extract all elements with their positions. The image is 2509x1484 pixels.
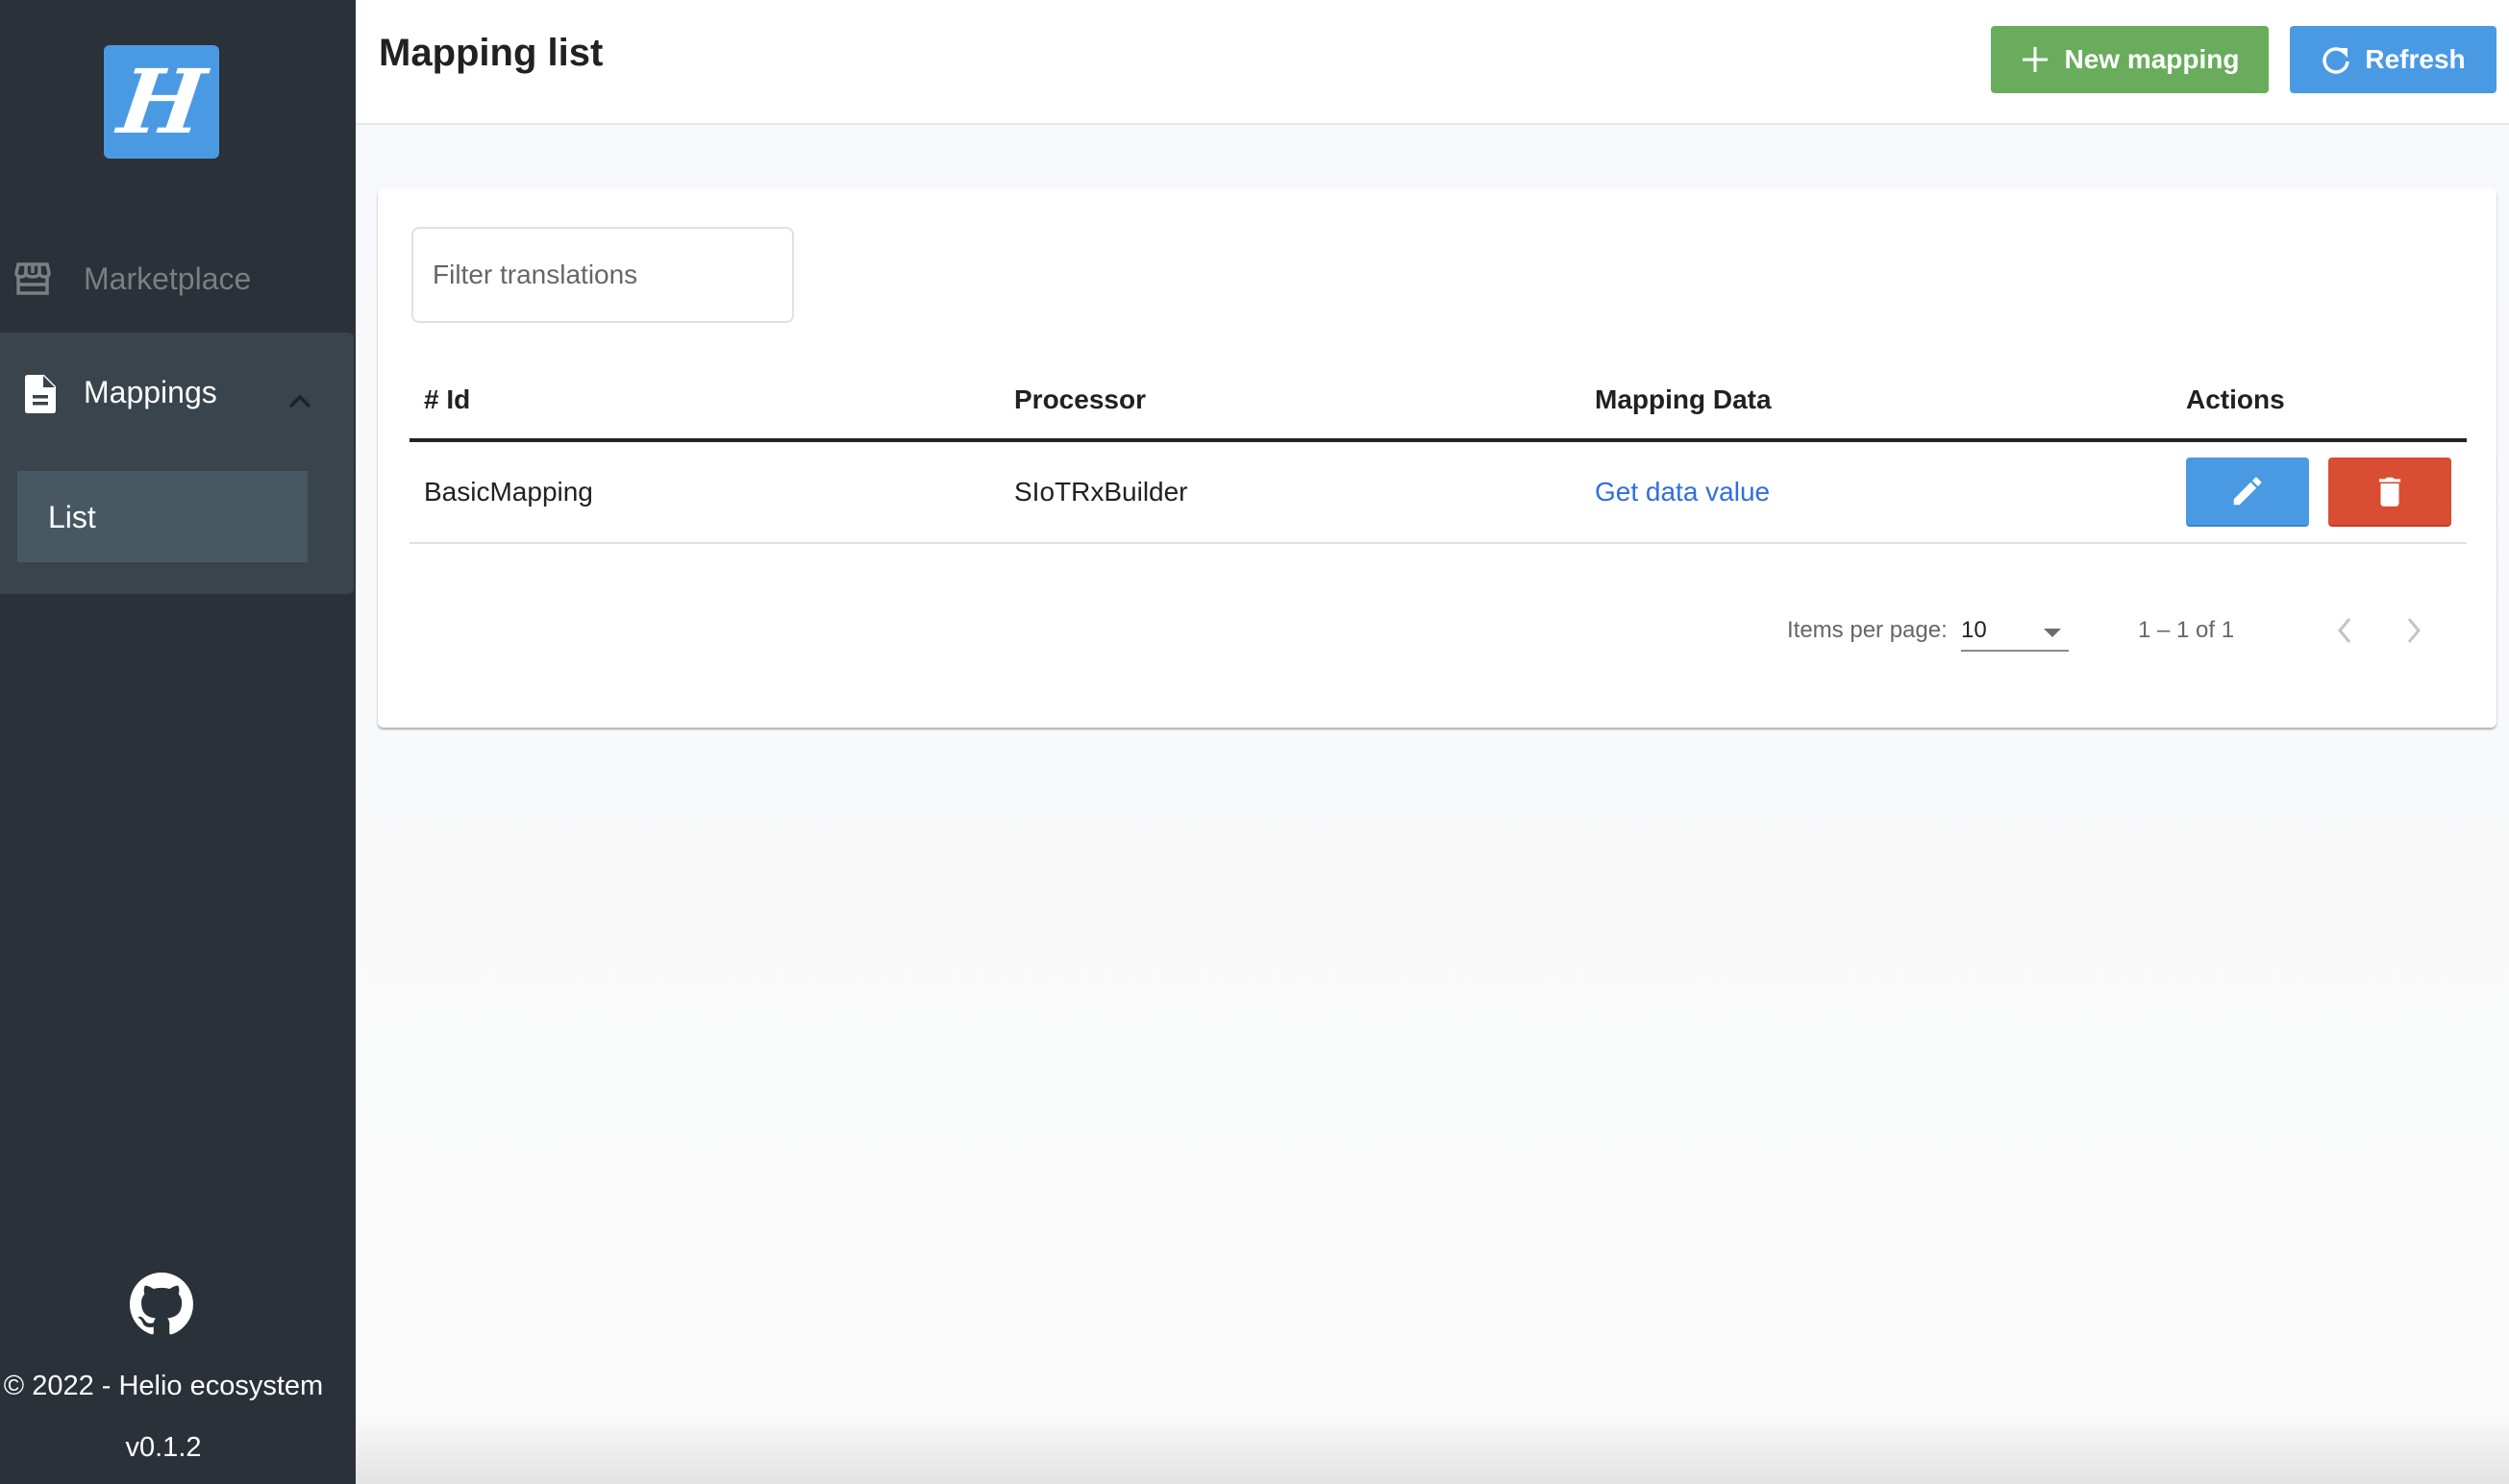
store-icon [13,261,52,296]
trash-icon [2378,477,2401,507]
paginator: Items per page: 10 1 – 1 of 1 [378,602,2497,659]
chevron-right-icon [2407,618,2421,643]
filter-input[interactable] [411,227,794,323]
cell-id: BasicMapping [424,477,593,507]
refresh-label: Refresh [2365,44,2466,74]
pencil-icon [2233,477,2262,506]
new-mapping-button[interactable]: New mapping [1991,26,2269,93]
logo-letter: H [112,50,211,154]
next-page-button[interactable] [2394,611,2432,650]
page-range-label: 1 – 1 of 1 [2138,617,2235,643]
items-per-page-label: Items per page: [1787,617,1948,643]
sidebar-item-label: Mappings [84,375,217,409]
sidebar-item-marketplace[interactable]: Marketplace [0,240,356,317]
app-logo[interactable]: H [104,45,219,159]
page-title: Mapping list [379,32,604,74]
sidebar-item-list[interactable]: List [17,471,308,562]
bottom-fade [356,1413,2509,1484]
chevron-left-icon [2338,618,2351,643]
plus-icon [2023,47,2049,72]
refresh-icon [2323,47,2350,74]
table-row: BasicMapping SIoTRxBuilder Get data valu… [410,442,2467,544]
sidebar-group-mappings: Mappings List [0,333,354,594]
version-text: v0.1.2 [125,1432,202,1463]
caret-down-icon [2044,629,2061,637]
column-header-mapping-data[interactable]: Mapping Data [1595,384,1772,415]
chevron-up-icon[interactable] [288,381,311,408]
delete-button[interactable] [2328,458,2451,527]
previous-page-button[interactable] [2326,611,2365,650]
items-per-page-value: 10 [1961,617,1987,643]
sidebar: H Marketplace Mappings List © 2022 - Hel… [0,0,356,1484]
get-data-value-link[interactable]: Get data value [1595,477,1770,507]
column-header-id[interactable]: # Id [424,384,470,415]
top-bar: Mapping list New mapping Refresh [356,0,2509,125]
column-header-actions: Actions [2186,384,2285,414]
mapping-list-card: # Id Processor Mapping Data Actions Basi… [378,188,2497,728]
github-icon[interactable] [130,1273,193,1336]
edit-button[interactable] [2186,458,2309,527]
table-header: # Id Processor Mapping Data Actions [410,371,2467,442]
sidebar-item-label: Marketplace [84,260,252,296]
copyright-text: © 2022 - Helio ecosystem [3,1371,324,1401]
new-mapping-label: New mapping [2064,44,2240,74]
items-per-page-select[interactable]: 10 [1961,607,2069,652]
file-document-icon [25,375,56,413]
sidebar-item-mappings[interactable]: Mappings [0,361,354,427]
sidebar-item-label: List [48,500,96,534]
column-header-processor[interactable]: Processor [1014,384,1146,415]
cell-processor: SIoTRxBuilder [1014,477,1188,507]
refresh-button[interactable]: Refresh [2290,26,2497,93]
